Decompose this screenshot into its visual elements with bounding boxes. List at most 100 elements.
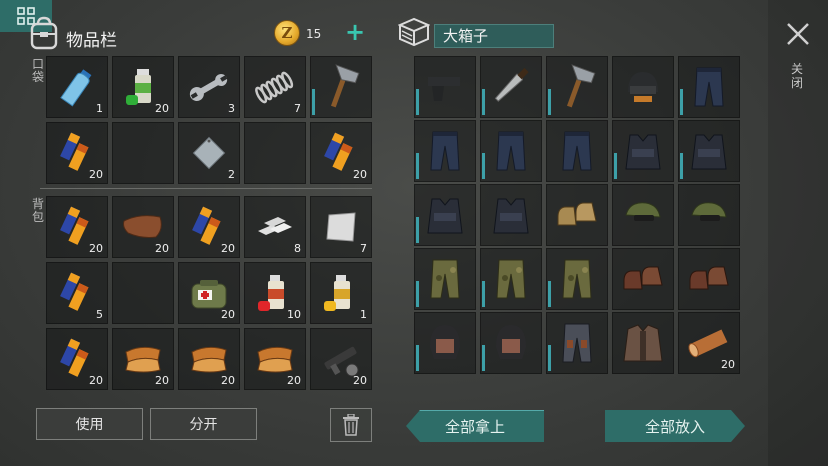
boots-brown-icon (613, 249, 673, 309)
inventory-slot[interactable] (546, 56, 608, 118)
inventory-slot[interactable] (612, 312, 674, 374)
inventory-slot[interactable]: 20 (310, 328, 372, 390)
trash-button[interactable] (330, 408, 372, 442)
item-count: 8 (294, 242, 301, 255)
item-count: 5 (96, 308, 103, 321)
inventory-slot[interactable]: 10 (244, 262, 306, 324)
item-count: 20 (721, 358, 735, 371)
item-count: 20 (155, 102, 169, 115)
inventory-slot[interactable]: 1 (310, 262, 372, 324)
inventory-slot[interactable]: 2 (178, 122, 240, 184)
inventory-slot[interactable]: 20 (112, 328, 174, 390)
item-count: 20 (89, 374, 103, 387)
military-cap-icon (679, 185, 739, 245)
inventory-slot[interactable] (612, 120, 674, 182)
use-button[interactable]: 使用 (36, 408, 143, 440)
item-count: 1 (360, 308, 367, 321)
inventory-slot[interactable]: 20 (678, 312, 740, 374)
inventory-slot[interactable] (612, 184, 674, 246)
take-all-button[interactable]: 全部拿上 (406, 410, 544, 442)
inventory-slot[interactable]: 3 (178, 56, 240, 118)
item-count: 20 (221, 308, 235, 321)
item-count: 3 (228, 102, 235, 115)
item-count: 20 (221, 374, 235, 387)
container-title: 大箱子 (434, 24, 554, 48)
inventory-slot[interactable] (546, 312, 608, 374)
inventory-slot[interactable]: 20 (112, 56, 174, 118)
hatchet-icon (311, 57, 371, 117)
inventory-slot[interactable] (678, 248, 740, 310)
close-button-label[interactable]: 关闭 (791, 62, 805, 90)
inventory-slot[interactable]: 20 (46, 122, 108, 184)
inventory-slot[interactable] (414, 120, 476, 182)
item-count: 20 (353, 374, 367, 387)
durability-bar (482, 281, 485, 307)
empty-slot[interactable] (112, 122, 174, 184)
inventory-slot[interactable] (480, 312, 542, 374)
boots-tan-icon (547, 185, 607, 245)
inventory-slot[interactable] (310, 56, 372, 118)
leather-pants-icon (547, 313, 607, 373)
durability-bar (680, 89, 683, 115)
inventory-slot[interactable] (480, 248, 542, 310)
hatchet-icon (547, 57, 607, 117)
inventory-slot[interactable]: 20 (46, 196, 108, 258)
inventory-slot[interactable] (414, 56, 476, 118)
inventory-slot[interactable] (546, 248, 608, 310)
durability-bar (548, 281, 551, 307)
empty-slot[interactable] (244, 122, 306, 184)
durability-bar (680, 153, 683, 179)
item-count: 20 (89, 242, 103, 255)
close-icon[interactable] (784, 20, 812, 48)
item-count: 20 (89, 168, 103, 181)
inventory-slot[interactable]: 7 (310, 196, 372, 258)
inventory-slot[interactable] (612, 248, 674, 310)
police-pants-icon (415, 121, 475, 181)
inventory-slot[interactable]: 20 (310, 122, 372, 184)
inventory-slot[interactable]: 20 (244, 328, 306, 390)
put-all-button[interactable]: 全部放入 (605, 410, 745, 442)
inventory-slot[interactable] (678, 120, 740, 182)
inventory-slot[interactable] (480, 184, 542, 246)
inventory-slot[interactable]: 8 (244, 196, 306, 258)
police-vest-icon (679, 121, 739, 181)
durability-bar (548, 345, 551, 371)
item-count: 10 (287, 308, 301, 321)
backpack-label: 背包 (31, 197, 44, 224)
inventory-slot[interactable]: 5 (46, 262, 108, 324)
trash-icon (343, 414, 359, 436)
police-vest-icon (481, 185, 541, 245)
inventory-slot[interactable] (678, 56, 740, 118)
empty-slot[interactable] (112, 262, 174, 324)
police-helmet-icon (613, 57, 673, 117)
split-button[interactable]: 分开 (150, 408, 257, 440)
item-count: 20 (353, 168, 367, 181)
durability-bar (482, 89, 485, 115)
inventory-slot[interactable]: 20 (178, 196, 240, 258)
inventory-slot[interactable] (546, 120, 608, 182)
inventory-slot[interactable]: 20 (112, 196, 174, 258)
inventory-slot[interactable] (480, 120, 542, 182)
inventory-slot[interactable] (678, 184, 740, 246)
inventory-slot[interactable]: 1 (46, 56, 108, 118)
inventory-slot[interactable]: 20 (46, 328, 108, 390)
coin-icon: Z (274, 20, 300, 46)
add-coins-button[interactable]: + (345, 18, 365, 46)
inventory-slot[interactable] (414, 248, 476, 310)
pocket-label: 口袋 (31, 57, 44, 84)
inventory-slot[interactable] (480, 56, 542, 118)
police-vest-icon (415, 185, 475, 245)
inventory-slot[interactable]: 20 (178, 328, 240, 390)
inventory-slot[interactable] (612, 56, 674, 118)
inventory-slot[interactable]: 20 (178, 262, 240, 324)
inventory-slot[interactable] (414, 312, 476, 374)
pistol-icon (415, 57, 475, 117)
inventory-slot[interactable] (414, 184, 476, 246)
coin-count: 15 (306, 27, 322, 41)
item-count: 20 (155, 242, 169, 255)
inventory-slot[interactable] (546, 184, 608, 246)
police-pants-icon (481, 121, 541, 181)
biker-helmet-icon (415, 313, 475, 373)
inventory-slot[interactable]: 7 (244, 56, 306, 118)
item-count: 2 (228, 168, 235, 181)
